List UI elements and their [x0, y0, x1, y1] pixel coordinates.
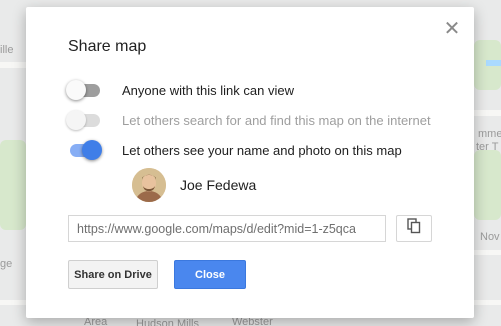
option-searchable: Let others search for and find this map … [66, 109, 431, 131]
map-label: mmer [478, 128, 501, 140]
searchable-label: Let others search for and find this map … [122, 112, 431, 128]
show-name-toggle[interactable] [66, 139, 102, 161]
share-map-dialog: ✕ Share map Anyone with this link can vi… [26, 7, 474, 318]
close-button[interactable]: Close [174, 260, 246, 289]
option-link-view: Anyone with this link can view [66, 79, 294, 101]
option-show-name: Let others see your name and photo on th… [66, 139, 402, 161]
copy-link-button[interactable] [396, 215, 432, 242]
show-name-label: Let others see your name and photo on th… [122, 142, 402, 158]
close-icon[interactable]: ✕ [442, 19, 462, 39]
user-info: Joe Fedewa [132, 167, 256, 203]
map-label: Nov [480, 231, 500, 243]
map-label: ge [0, 258, 13, 270]
map-label: ille [0, 44, 14, 56]
copy-icon [407, 218, 421, 239]
dialog-title: Share map [68, 38, 147, 55]
link-view-label: Anyone with this link can view [122, 82, 294, 98]
link-view-toggle[interactable] [66, 79, 102, 101]
searchable-toggle [66, 109, 102, 131]
map-label: Hudson Mills [136, 318, 199, 326]
avatar [132, 168, 166, 202]
map-label: ter T [476, 141, 499, 153]
user-name: Joe Fedewa [180, 177, 257, 193]
share-on-drive-button[interactable]: Share on Drive [68, 260, 158, 289]
share-link-field[interactable] [68, 215, 386, 242]
